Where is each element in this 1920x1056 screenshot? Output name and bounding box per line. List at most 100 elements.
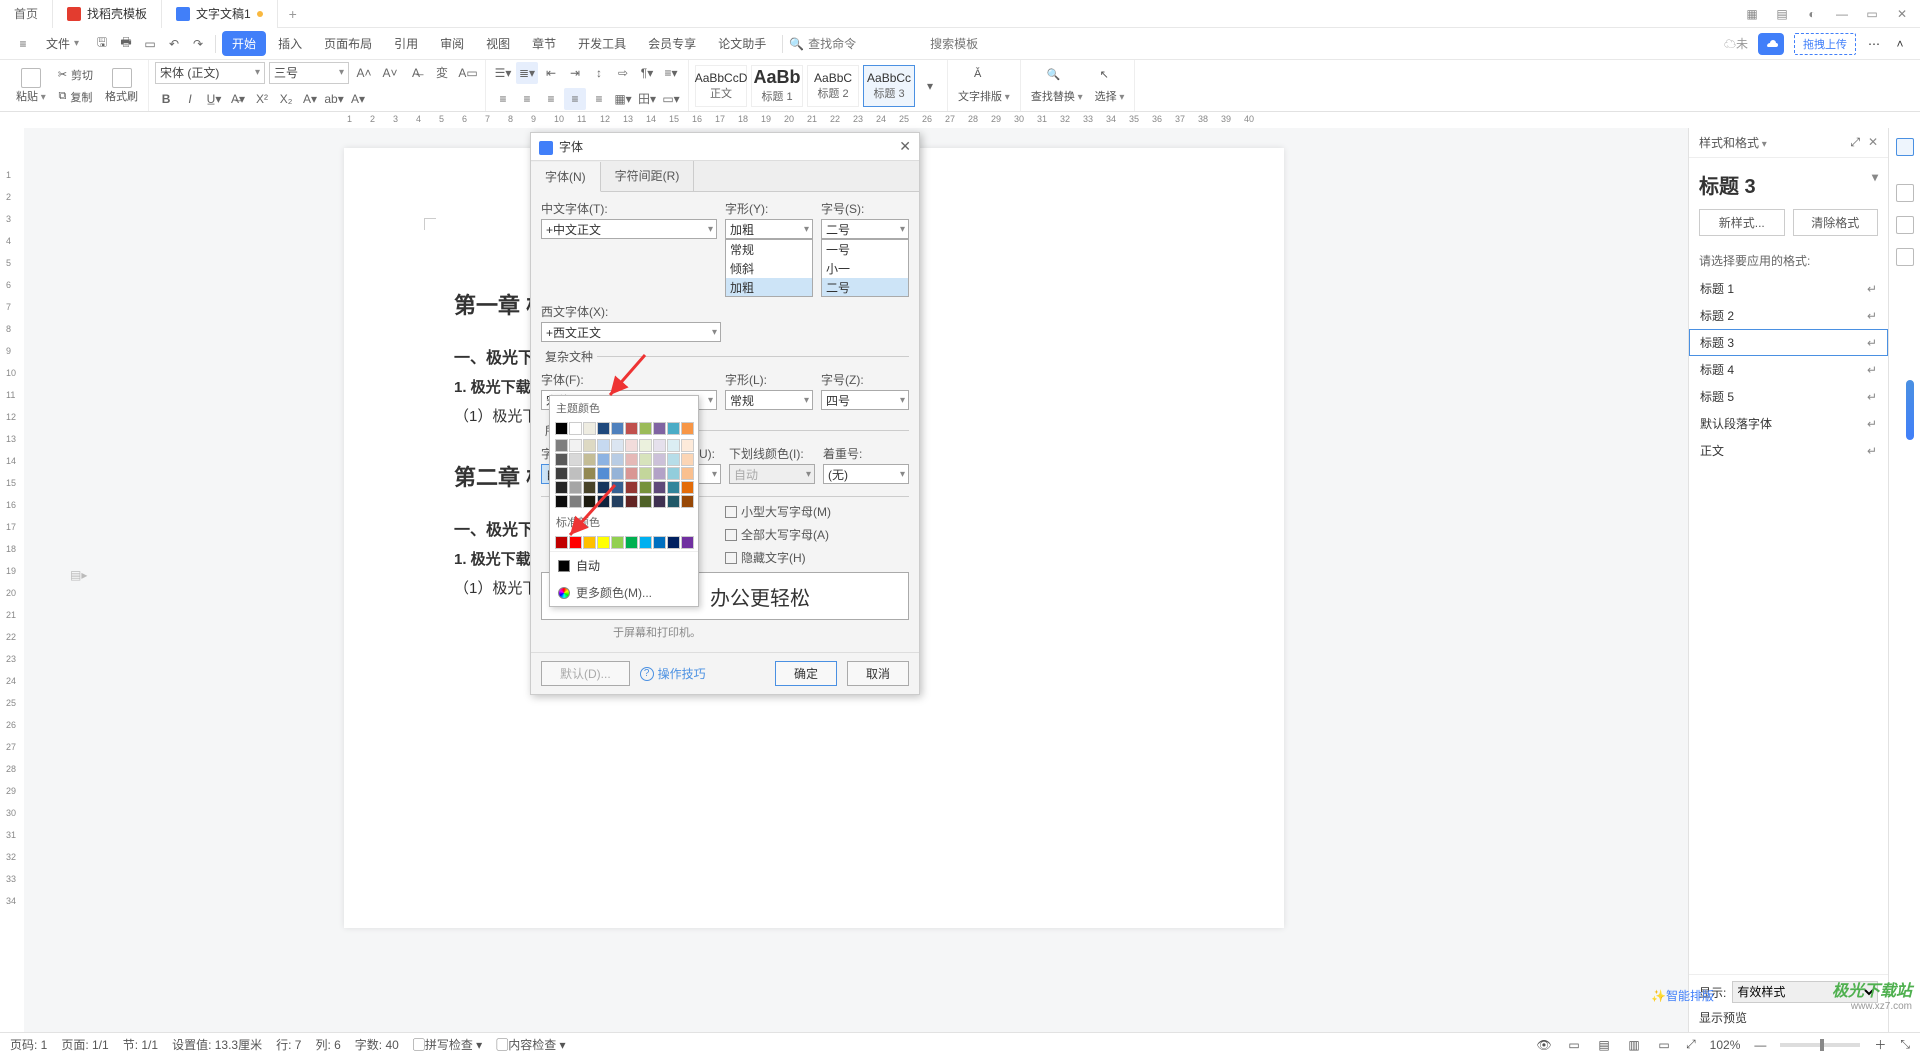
tab-home[interactable]: 首页	[0, 0, 53, 28]
color-swatch[interactable]	[681, 495, 694, 508]
color-swatch[interactable]	[555, 481, 568, 494]
side-handle[interactable]	[1906, 380, 1914, 440]
zoom-fit-icon[interactable]: ⤢	[1686, 1037, 1696, 1052]
bullets-button[interactable]: ☰▾	[492, 62, 514, 84]
status-contentcheck[interactable]: ▢内容检查 ▾	[496, 1036, 565, 1053]
panel-close-icon[interactable]: ✕	[1868, 135, 1878, 150]
color-swatch[interactable]	[611, 481, 624, 494]
copy-button[interactable]: ⧉复制	[54, 87, 97, 107]
color-swatch[interactable]	[611, 422, 624, 435]
menu-file[interactable]: 文件▾	[36, 31, 89, 56]
decrease-font-icon[interactable]: A˅	[379, 62, 401, 84]
dialog-tab-spacing[interactable]: 字符间距(R)	[601, 161, 695, 191]
color-swatch[interactable]	[583, 422, 596, 435]
avatar-icon[interactable]: ◐	[1804, 6, 1820, 22]
font-family-select[interactable]: 宋体 (正文)	[155, 62, 265, 84]
color-swatch[interactable]	[653, 481, 666, 494]
color-swatch[interactable]	[667, 439, 680, 452]
smart-layout-button[interactable]: ✨智能排版	[1651, 987, 1714, 1004]
increase-font-icon[interactable]: A˄	[353, 62, 375, 84]
tab-docer[interactable]: 找稻壳模板	[53, 0, 162, 28]
color-swatch[interactable]	[653, 467, 666, 480]
cancel-button[interactable]: 取消	[847, 661, 909, 686]
nav-pane-icon[interactable]	[1896, 248, 1914, 266]
underline-button[interactable]: U̲▾	[203, 88, 225, 110]
color-swatch[interactable]	[681, 536, 694, 549]
numbering-button[interactable]: ≣▾	[516, 62, 538, 84]
print-icon[interactable]: 🖶	[115, 33, 137, 55]
color-swatch[interactable]	[639, 467, 652, 480]
tips-link[interactable]: ?操作技巧	[640, 665, 706, 682]
status-spellcheck[interactable]: ▢拼写检查 ▾	[413, 1036, 482, 1053]
view-print-icon[interactable]: ▭	[1566, 1037, 1582, 1053]
undo-icon[interactable]: ↶	[163, 33, 185, 55]
panel-pin-icon[interactable]: ⤢	[1850, 135, 1860, 150]
increase-indent-button[interactable]: ⇥	[564, 62, 586, 84]
color-swatch[interactable]	[597, 481, 610, 494]
redo-icon[interactable]: ↷	[187, 33, 209, 55]
color-swatch[interactable]	[611, 536, 624, 549]
color-swatch[interactable]	[625, 481, 638, 494]
color-swatch[interactable]	[653, 439, 666, 452]
status-col[interactable]: 列: 6	[315, 1036, 340, 1053]
cn-font-select[interactable]: +中文正文	[541, 219, 717, 239]
panel-title[interactable]: 样式和格式	[1699, 134, 1767, 151]
status-pos[interactable]: 设置值: 13.3厘米	[172, 1036, 262, 1053]
color-swatch[interactable]	[597, 536, 610, 549]
color-swatch[interactable]	[681, 439, 694, 452]
window-close[interactable]: ✕	[1894, 6, 1910, 22]
status-words[interactable]: 字数: 40	[355, 1036, 399, 1053]
more-icon[interactable]: ⋯	[1866, 36, 1882, 52]
style-gallery-more[interactable]: ▾	[919, 75, 941, 97]
menu-member[interactable]: 会员专享	[638, 31, 706, 56]
color-swatch[interactable]	[583, 439, 596, 452]
drag-upload-button[interactable]: 拖拽上传	[1794, 33, 1856, 55]
size-z-select[interactable]: 四号	[821, 390, 909, 410]
west-font-select[interactable]: +西文正文	[541, 322, 721, 342]
style-item[interactable]: 标题 5↵	[1689, 383, 1888, 410]
view-web-icon[interactable]: ▤	[1596, 1037, 1612, 1053]
color-swatch[interactable]	[611, 439, 624, 452]
color-swatch[interactable]	[667, 422, 680, 435]
menu-pagelayout[interactable]: 页面布局	[314, 31, 382, 56]
color-swatch[interactable]	[681, 453, 694, 466]
color-swatch[interactable]	[597, 439, 610, 452]
color-swatch[interactable]	[625, 467, 638, 480]
shading-button[interactable]: ▦▾	[612, 88, 634, 110]
menu-review[interactable]: 审阅	[430, 31, 474, 56]
subscript-button[interactable]: X₂	[275, 88, 297, 110]
color-swatch[interactable]	[597, 467, 610, 480]
color-swatch[interactable]	[653, 495, 666, 508]
char-border-icon[interactable]: A▭	[457, 62, 479, 84]
distribute-button[interactable]: ≡	[588, 88, 610, 110]
para-fill-button[interactable]: ▭▾	[660, 88, 682, 110]
cloud-button[interactable]	[1758, 33, 1784, 55]
style-tile-h1[interactable]: AaBb标题 1	[751, 65, 803, 107]
window-minimize[interactable]: —	[1834, 6, 1850, 22]
color-swatch[interactable]	[555, 453, 568, 466]
phonetic-icon[interactable]: 変	[431, 62, 453, 84]
dialog-close-icon[interactable]: ✕	[899, 138, 911, 155]
color-swatch[interactable]	[639, 481, 652, 494]
color-swatch[interactable]	[555, 495, 568, 508]
color-swatch[interactable]	[639, 536, 652, 549]
hidden-check[interactable]: 隐藏文字(H)	[725, 549, 909, 566]
bold-button[interactable]: B	[155, 88, 177, 110]
color-swatch[interactable]	[625, 453, 638, 466]
new-style-button[interactable]: 新样式...	[1699, 209, 1785, 236]
style-item[interactable]: 默认段落字体↵	[1689, 410, 1888, 437]
tab-add[interactable]: +	[278, 6, 308, 22]
color-swatch[interactable]	[569, 481, 582, 494]
color-swatch[interactable]	[555, 467, 568, 480]
find-replace-button[interactable]: 🔍查找替换	[1027, 66, 1087, 106]
color-swatch[interactable]	[611, 467, 624, 480]
fullscreen-icon[interactable]: ⤡	[1900, 1037, 1910, 1052]
zoom-in-button[interactable]: ＋	[1874, 1036, 1886, 1053]
color-swatch[interactable]	[597, 453, 610, 466]
tab-document[interactable]: 文字文稿1	[162, 0, 278, 28]
text-layout-button[interactable]: Ǎ文字排版	[954, 66, 1014, 106]
color-swatch[interactable]	[583, 536, 596, 549]
color-swatch[interactable]	[639, 422, 652, 435]
superscript-button[interactable]: X²	[251, 88, 273, 110]
color-swatch[interactable]	[681, 481, 694, 494]
